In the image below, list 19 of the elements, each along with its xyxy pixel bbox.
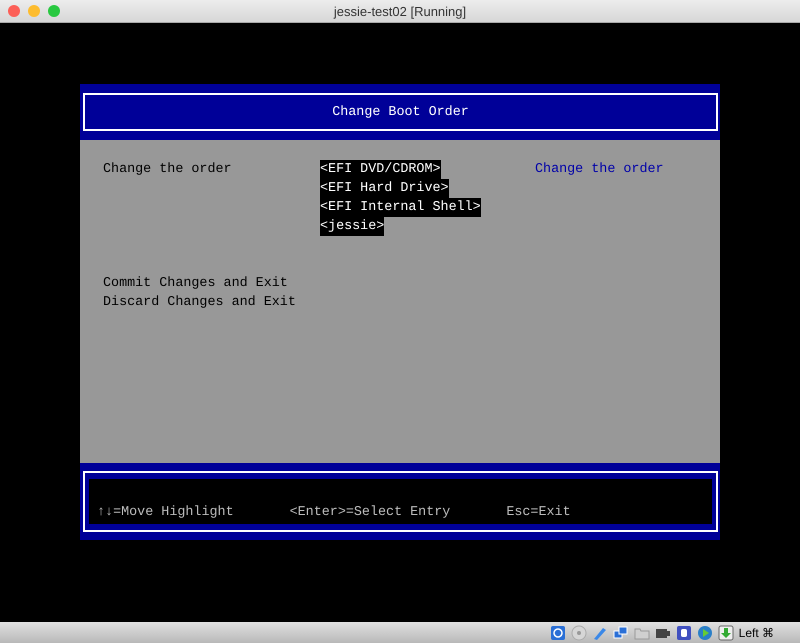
boot-option[interactable]: <EFI Internal Shell> [320, 198, 481, 217]
help-text: Change the order [535, 161, 664, 179]
cd-icon[interactable] [570, 624, 587, 640]
boot-option[interactable]: <EFI Hard Drive> [320, 179, 449, 198]
zoom-button[interactable] [48, 5, 60, 17]
close-button[interactable] [8, 5, 20, 17]
net-icon[interactable] [612, 624, 629, 640]
download-icon[interactable] [718, 624, 734, 640]
boot-option[interactable]: <EFI DVD/CDROM> [320, 160, 441, 179]
menu-label[interactable]: Change the order [103, 160, 320, 236]
host-key-label: Left ⌘ [738, 626, 774, 640]
page-title: Change Boot Order [332, 104, 469, 120]
boot-option[interactable]: <jessie> [320, 217, 384, 236]
key-hint: Esc=Exit [506, 505, 571, 520]
window-title: jessie-test02 [Running] [334, 4, 466, 18]
menu-item[interactable]: Discard Changes and Exit [103, 293, 296, 312]
key-hint: ↑↓=Move Highlight [97, 505, 234, 520]
menu-item[interactable]: Commit Changes and Exit [103, 274, 288, 293]
key-hint: <Enter>=Select Entry [290, 505, 450, 520]
